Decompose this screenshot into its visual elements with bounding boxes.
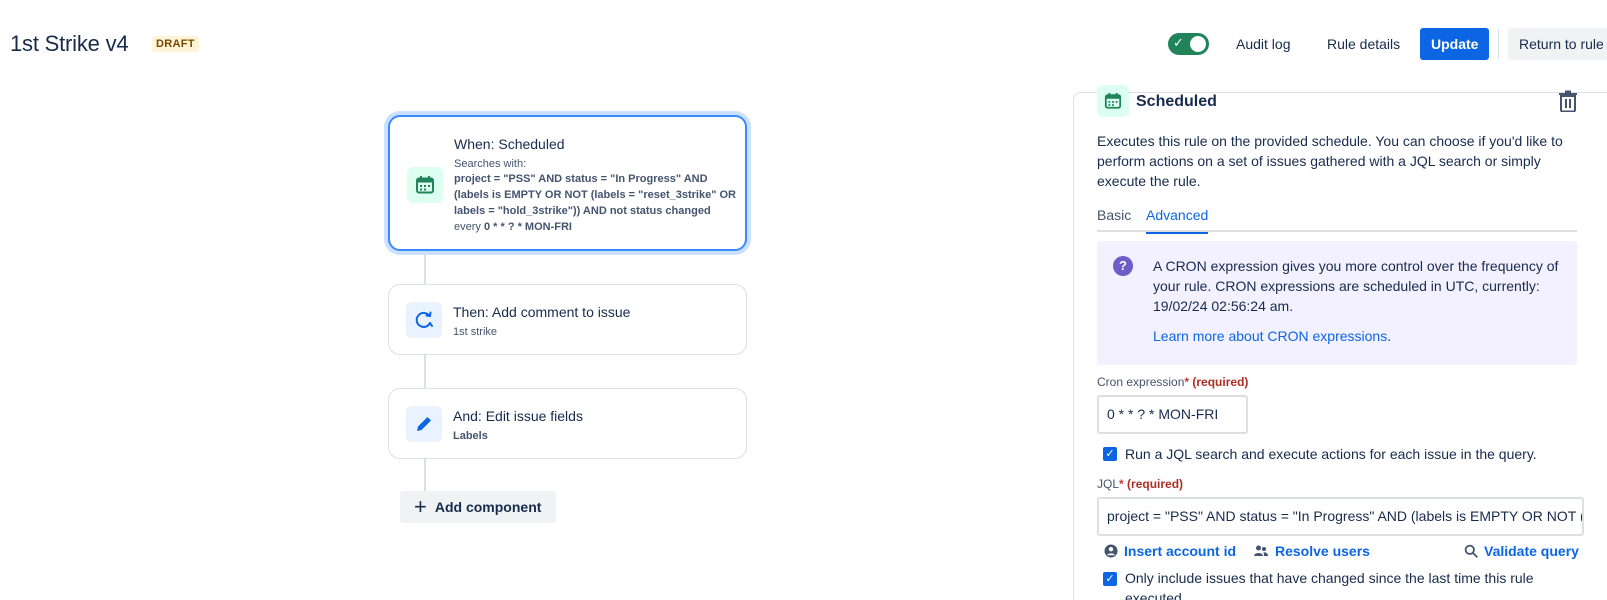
- every-label: every: [454, 221, 481, 233]
- panel-title: Scheduled: [1136, 93, 1217, 110]
- required-star: *: [1184, 375, 1190, 389]
- question-icon: ?: [1113, 256, 1133, 276]
- insert-account-id-label: Insert account id: [1124, 543, 1237, 559]
- validate-query-label: Validate query: [1484, 543, 1579, 559]
- user-circle-icon: [1104, 544, 1118, 558]
- every-value: 0 * * ? * MON-FRI: [483, 221, 572, 233]
- searches-label: Searches with:: [454, 158, 527, 170]
- required-text: (required): [1192, 375, 1249, 389]
- toggle-knob: [1190, 36, 1206, 52]
- action-title: And: Edit issue fields: [453, 408, 583, 424]
- check-icon: ✓: [1173, 35, 1184, 50]
- pencil-icon: [406, 406, 442, 442]
- tab-advanced[interactable]: Advanced: [1146, 207, 1209, 234]
- insert-account-id-link[interactable]: Insert account id: [1104, 543, 1236, 559]
- tab-basic[interactable]: Basic: [1097, 207, 1131, 232]
- trigger-jql: project = "PSS" AND status = "In Progres…: [454, 173, 736, 217]
- cron-expression-input[interactable]: 0 * * ? * MON-FRI: [1097, 395, 1248, 434]
- action-subtitle: Labels: [453, 430, 488, 442]
- comment-icon: [406, 302, 442, 338]
- add-component-button[interactable]: + Add component: [400, 491, 556, 523]
- connector-line: [424, 459, 426, 491]
- jql-label: JQL* (required): [1097, 477, 1183, 491]
- cron-label: Cron expression* (required): [1097, 375, 1248, 389]
- add-component-label: Add component: [434, 499, 542, 515]
- page-title: 1st Strike v4: [10, 31, 129, 56]
- update-button[interactable]: Update: [1420, 28, 1490, 60]
- cron-info-box: ? A CRON expression gives you more contr…: [1097, 241, 1577, 365]
- header-divider: [1498, 29, 1499, 59]
- action-subtitle: 1st strike: [453, 326, 498, 338]
- trigger-title: When: Scheduled: [454, 136, 565, 152]
- calendar-icon: [1097, 85, 1129, 117]
- cron-help-link[interactable]: Learn more about CRON expressions: [1153, 328, 1387, 344]
- action-node-edit-fields[interactable]: And: Edit issue fields Labels: [388, 388, 747, 459]
- audit-log-button[interactable]: Audit log: [1225, 28, 1301, 60]
- panel-description: Executes this rule on the provided sched…: [1097, 133, 1563, 189]
- validate-query-link[interactable]: Validate query: [1464, 543, 1579, 559]
- required-star: *: [1119, 477, 1124, 491]
- jql-input[interactable]: project = "PSS" AND status = "In Progres…: [1097, 497, 1584, 536]
- run-jql-label: Run a JQL search and execute actions for…: [1125, 446, 1537, 462]
- users-icon: [1253, 544, 1269, 558]
- rule-details-button[interactable]: Rule details: [1316, 28, 1411, 60]
- trigger-schedule: every 0 * * ? * MON-FRI: [454, 221, 572, 233]
- rule-enabled-toggle[interactable]: ✓: [1168, 33, 1209, 55]
- resolve-users-link[interactable]: Resolve users: [1253, 543, 1370, 559]
- run-jql-checkbox[interactable]: ✓: [1103, 447, 1117, 461]
- action-title: Then: Add comment to issue: [453, 304, 631, 320]
- connector-line: [424, 253, 426, 285]
- plus-icon: +: [414, 494, 427, 519]
- trash-icon[interactable]: [1558, 90, 1578, 117]
- cron-label-text: Cron expression: [1097, 375, 1185, 389]
- connector-line: [424, 355, 426, 388]
- cron-info-text: A CRON expression gives you more control…: [1153, 258, 1559, 314]
- only-changed-checkbox[interactable]: ✓: [1103, 572, 1117, 586]
- search-icon: [1464, 544, 1478, 558]
- draft-badge: DRAFT: [152, 36, 199, 52]
- jql-label-text: JQL: [1097, 477, 1120, 491]
- cron-help-link-row: Learn more about CRON expressions.: [1153, 328, 1391, 344]
- action-node-add-comment[interactable]: Then: Add comment to issue 1st strike: [388, 284, 747, 355]
- required-text: (required): [1127, 477, 1184, 491]
- trigger-node-scheduled[interactable]: When: Scheduled Searches with: project =…: [388, 115, 747, 251]
- config-tabs: Basic Advanced: [1097, 206, 1577, 234]
- resolve-users-label: Resolve users: [1275, 543, 1370, 559]
- calendar-icon: [407, 167, 443, 203]
- return-to-rules-button[interactable]: Return to rule: [1508, 28, 1607, 60]
- link-suffix: .: [1387, 328, 1392, 344]
- only-changed-label: Only include issues that have changed si…: [1125, 570, 1534, 600]
